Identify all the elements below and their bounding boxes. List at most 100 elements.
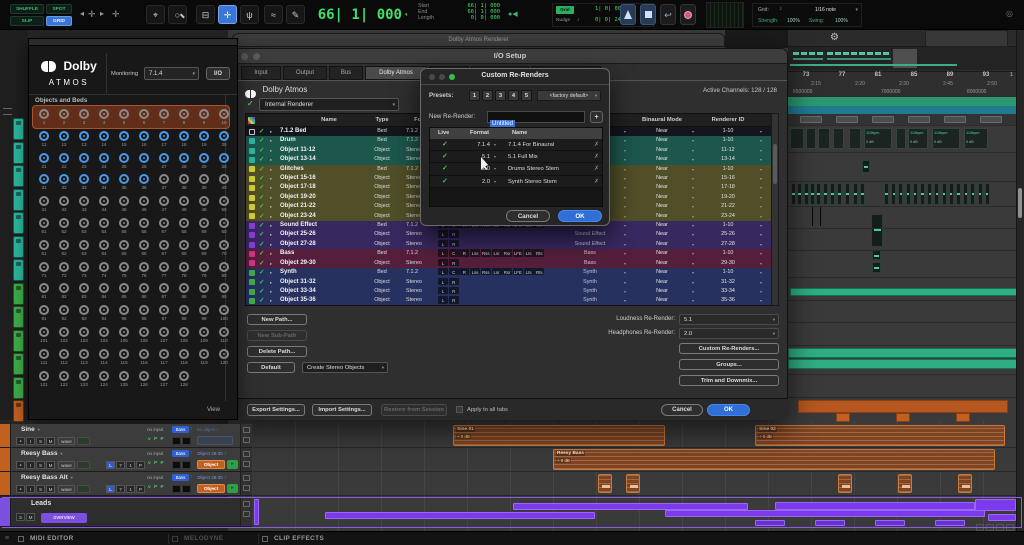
trim-tool-icon[interactable]: ⊟ — [196, 5, 215, 24]
mini-track-stub[interactable] — [13, 377, 24, 399]
object-channel-115[interactable]: 115 — [114, 347, 134, 369]
rerender-row-synth-stereo-stem[interactable]: ✓2.0▾Synth Stereo Stem✗ — [430, 176, 602, 188]
track-1-toggle[interactable]: 1 — [126, 461, 135, 469]
monitoring-select[interactable]: 7.1.4▾ — [144, 67, 199, 80]
zoom-in-icon[interactable]: ▸ — [100, 9, 104, 19]
track-i-button[interactable]: I — [26, 437, 35, 445]
magnifier-tool-icon[interactable]: ○ — [168, 5, 187, 24]
mini-track-stub[interactable] — [13, 236, 24, 258]
internal-renderer-select[interactable]: Internal Renderer▾ — [259, 98, 399, 111]
tab-input[interactable]: Input — [241, 66, 281, 80]
object-channel-21[interactable]: 21 — [34, 151, 54, 173]
add-rerender-button[interactable]: + — [590, 111, 603, 123]
object-channel-26[interactable]: 26 — [134, 151, 154, 173]
object-channel-89[interactable]: 89 — [194, 281, 214, 303]
object-channel-125[interactable]: 125 — [114, 369, 134, 391]
live-check-icon[interactable]: ✓ — [442, 176, 448, 188]
object-channel-128[interactable]: 128 — [174, 369, 194, 391]
object-channel-103[interactable]: 103 — [74, 325, 94, 347]
object-channel-86[interactable]: 86 — [134, 281, 154, 303]
mini-track-stub[interactable] — [13, 212, 24, 234]
object-channel-54[interactable]: 54 — [94, 216, 114, 238]
object-channel-94[interactable]: 94 — [94, 303, 114, 325]
object-channel-20[interactable]: 20 — [214, 129, 234, 151]
track-output-badge[interactable]: Bass — [172, 450, 189, 457]
object-channel-12[interactable]: 12 — [54, 129, 74, 151]
list-icon[interactable] — [3, 108, 12, 115]
object-channel-112[interactable]: 112 — [54, 347, 74, 369]
clip-reesy-bass[interactable]: Reesy Bass + 0 dB — [553, 449, 995, 470]
record-button[interactable] — [680, 4, 696, 25]
object-channel-48[interactable]: 48 — [174, 194, 194, 216]
create-objects-select[interactable]: Create Stereo Objects▾ — [302, 362, 388, 373]
chevron-down-icon[interactable]: ▾ — [494, 139, 496, 151]
object-channel-43[interactable]: 43 — [74, 194, 94, 216]
object-channel-17[interactable]: 17 — [154, 129, 174, 151]
rr-cancel-button[interactable]: Cancel — [506, 210, 550, 222]
window-icon[interactable] — [243, 475, 250, 481]
track-p-toggle[interactable]: P — [136, 461, 145, 469]
delete-rerender-icon[interactable]: ✗ — [594, 151, 599, 163]
track-object-label[interactable]: Object 29-30 ↑ — [197, 475, 226, 480]
track-input-label[interactable]: no input — [147, 451, 163, 456]
clip-green-thin[interactable] — [790, 288, 1018, 296]
object-channel-13[interactable]: 13 — [74, 129, 94, 151]
object-channel-105[interactable]: 105 — [114, 325, 134, 347]
grabber-tool-icon[interactable]: ψ — [240, 5, 259, 24]
io-ok-button[interactable]: OK — [707, 404, 750, 416]
object-channel-119[interactable]: 119 — [194, 347, 214, 369]
object-channel-5[interactable]: 5 — [114, 107, 134, 129]
object-channel-97[interactable]: 97 — [154, 303, 174, 325]
track-record-button[interactable]: ● — [16, 437, 25, 445]
io-row-object-27-28[interactable]: ✓▸Object 27-28ObjectStereoLRSound Effect… — [246, 240, 778, 249]
chevron-down-icon[interactable]: ▾ — [855, 7, 858, 13]
track-output-badge[interactable]: Bass — [172, 474, 189, 481]
mini-track-stub[interactable] — [13, 330, 24, 352]
io-row-object-29-30[interactable]: ✓▸Object 29-30ObjectStereoLRBass▾Near▾29… — [246, 259, 778, 268]
object-channel-46[interactable]: 46 — [134, 194, 154, 216]
io-setup-titlebar[interactable]: I/O Setup — [233, 49, 787, 64]
delete-rerender-icon[interactable]: ✗ — [594, 176, 599, 188]
object-channel-63[interactable]: 63 — [74, 238, 94, 260]
object-channel-98[interactable]: 98 — [174, 303, 194, 325]
object-channel-30[interactable]: 30 — [214, 151, 234, 173]
object-channel-10[interactable]: 10 — [214, 107, 234, 129]
mini-track-stub[interactable] — [13, 165, 24, 187]
track-i-button[interactable]: I — [26, 485, 35, 493]
countoff-button[interactable] — [640, 4, 656, 25]
object-channel-6[interactable]: 6 — [134, 107, 154, 129]
track-object-label[interactable]: no object ↑ — [197, 427, 219, 432]
import-settings-button[interactable]: Import Settings... — [312, 404, 372, 416]
live-check-icon[interactable]: ✓ — [442, 163, 448, 175]
window-icon[interactable] — [243, 427, 250, 433]
preset-button-2[interactable]: 2 — [482, 90, 493, 101]
object-channel-44[interactable]: 44 — [94, 194, 114, 216]
object-channel-67[interactable]: 67 — [154, 238, 174, 260]
object-channel-22[interactable]: 22 — [54, 151, 74, 173]
window-icon[interactable] — [243, 511, 250, 517]
object-channel-35[interactable]: 35 — [114, 172, 134, 194]
grid-badge[interactable]: Grid — [556, 6, 574, 14]
menu-icon[interactable]: ≡ — [5, 535, 9, 542]
object-channel-37[interactable]: 37 — [154, 172, 174, 194]
track-output-badge[interactable]: Bass — [172, 426, 189, 433]
object-channel-73[interactable]: 73 — [74, 260, 94, 282]
clip-green-a[interactable] — [788, 348, 1024, 358]
object-channel-101[interactable]: 101 — [34, 325, 54, 347]
object-active-button[interactable]: ▸ — [227, 460, 238, 469]
track-record-button[interactable]: ● — [16, 485, 25, 493]
object-channel-64[interactable]: 64 — [94, 238, 114, 260]
track-input-label[interactable]: no input — [147, 475, 163, 480]
mini-track-stub[interactable] — [13, 283, 24, 305]
track-header-reesy-bass[interactable]: Reesy Bassno inputBass↑Object 29-30 ↑●IS… — [0, 448, 252, 472]
renderer-checkbox[interactable]: ✓ — [247, 99, 254, 108]
edit-right-tab[interactable] — [925, 30, 1008, 47]
object-channel-92[interactable]: 92 — [54, 303, 74, 325]
mini-track-stub[interactable] — [13, 118, 24, 140]
toolbar-options-icon[interactable]: ◎ — [1006, 9, 1013, 18]
object-channel-113[interactable]: 113 — [74, 347, 94, 369]
main-counter[interactable]: 66| 1| 000 — [302, 3, 402, 27]
object-channel-87[interactable]: 87 — [154, 281, 174, 303]
object-channel-53[interactable]: 53 — [74, 216, 94, 238]
delete-rerender-icon[interactable]: ✗ — [594, 139, 599, 151]
